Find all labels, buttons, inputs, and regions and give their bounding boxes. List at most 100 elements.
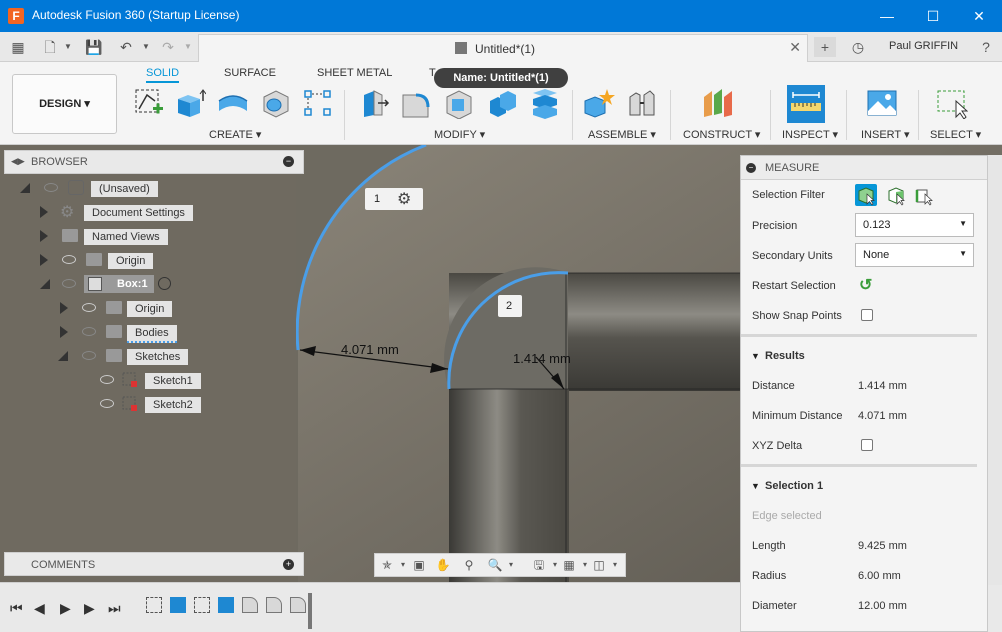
split-body-icon[interactable] — [529, 87, 561, 119]
secondary-units-select[interactable]: None ▼ — [855, 243, 974, 267]
browser-panel-header[interactable]: ◀▶ BROWSER − — [4, 150, 304, 174]
measure-ruler-icon[interactable] — [787, 85, 825, 123]
hole-icon[interactable] — [260, 87, 292, 119]
go-to-start-icon[interactable]: ⏮ — [10, 600, 23, 617]
shell-icon[interactable] — [443, 87, 475, 119]
select-bodies-filter-icon[interactable] — [855, 184, 877, 206]
viewports-icon[interactable]: ◫ — [591, 558, 607, 572]
activate-radio-icon[interactable] — [158, 277, 171, 290]
hidden-eye-icon[interactable] — [62, 255, 76, 264]
timeline-sketch-icon[interactable] — [146, 597, 162, 613]
data-panel-grid-icon[interactable]: ▦ — [8, 37, 28, 57]
combine-icon[interactable] — [486, 87, 518, 119]
maximize-icon[interactable]: ☐ — [910, 0, 956, 32]
construct-group-label[interactable]: CONSTRUCT ▾ — [683, 128, 760, 141]
tree-row-origin[interactable]: Origin — [0, 250, 300, 270]
dialog-scrollbar[interactable] — [988, 155, 1002, 585]
close-window-icon[interactable]: ✕ — [956, 0, 1002, 32]
timeline-fillet-icon[interactable] — [242, 597, 258, 613]
restart-selection-icon[interactable]: ↺ — [859, 275, 872, 295]
show-snap-points-checkbox[interactable] — [861, 309, 873, 321]
close-tab-icon[interactable]: ✕ — [789, 39, 801, 56]
comments-panel-header[interactable]: COMMENTS + — [4, 552, 304, 576]
tab-sheet-metal[interactable]: SHEET METAL — [317, 67, 392, 79]
timeline-fillet-icon[interactable] — [266, 597, 282, 613]
minimize-icon[interactable]: — — [864, 0, 910, 32]
gear-icon[interactable]: ⚙ — [397, 189, 411, 209]
expand-triangle-icon[interactable] — [40, 206, 48, 218]
job-status-clock-icon[interactable]: ◷ — [848, 37, 868, 57]
expand-triangle-icon[interactable] — [20, 183, 30, 193]
viewports-chevron-icon[interactable]: ▾ — [607, 558, 623, 572]
pan-hand-icon[interactable]: ✋ — [435, 558, 451, 572]
tree-row-sketch1[interactable]: Sketch1 — [0, 370, 300, 390]
new-component-icon[interactable] — [583, 87, 615, 119]
measure-header[interactable]: − MEASURE — [741, 156, 987, 180]
look-at-icon[interactable]: ▣ — [411, 558, 427, 572]
document-tab[interactable]: Untitled*(1) ✕ — [198, 34, 808, 62]
revolve-icon[interactable] — [217, 87, 249, 119]
press-pull-icon[interactable] — [358, 87, 390, 119]
grid-icon[interactable]: ▦ — [561, 558, 577, 572]
tree-row-box1[interactable]: Box:1 — [0, 274, 300, 294]
undo-icon[interactable]: ↶ — [116, 37, 136, 57]
redo-icon[interactable]: ↷ — [158, 37, 178, 57]
results-collapse-icon[interactable]: ▼ — [751, 351, 760, 361]
step-forward-icon[interactable]: ▶ — [84, 600, 95, 617]
selection1-collapse-icon[interactable]: ▼ — [751, 481, 760, 491]
file-menu-icon[interactable]: 🗋 — [40, 37, 60, 57]
select-group-label[interactable]: SELECT ▾ — [930, 128, 981, 141]
create-group-label[interactable]: CREATE ▾ — [209, 128, 261, 141]
file-menu-chevron-icon[interactable]: ▼ — [58, 37, 78, 57]
assemble-group-label[interactable]: ASSEMBLE ▾ — [588, 128, 656, 141]
selection-1-badge[interactable]: 1 ⚙ — [365, 188, 423, 210]
tree-row-document-settings[interactable]: ⚙ Document Settings — [0, 202, 300, 222]
timeline-sketch-icon[interactable] — [194, 597, 210, 613]
expand-triangle-icon[interactable] — [58, 351, 68, 361]
insert-image-icon[interactable] — [866, 87, 898, 119]
orbit-chevron-icon[interactable]: ▾ — [395, 558, 411, 572]
tab-surface[interactable]: SURFACE — [224, 67, 276, 79]
save-icon[interactable]: 💾 — [84, 37, 104, 57]
precision-select[interactable]: 0.123 ▼ — [855, 213, 974, 237]
display-settings-icon[interactable]: 🖫 — [531, 558, 547, 572]
extrude-icon[interactable] — [174, 87, 206, 119]
pattern-icon[interactable] — [302, 87, 334, 119]
tree-row-bodies[interactable]: Bodies — [0, 322, 300, 343]
fit-chevron-icon[interactable]: ▾ — [503, 558, 519, 572]
expand-triangle-icon[interactable] — [40, 279, 50, 289]
create-sketch-icon[interactable] — [133, 87, 165, 119]
xyz-delta-checkbox[interactable] — [861, 439, 873, 451]
hidden-eye-icon[interactable] — [82, 303, 96, 312]
hidden-eye-icon[interactable] — [100, 399, 114, 408]
user-name[interactable]: Paul GRIFFIN — [889, 40, 958, 52]
zoom-icon[interactable]: ⚲ — [461, 558, 477, 572]
selection-2-badge[interactable]: 2 — [498, 295, 522, 317]
tree-row-sketches[interactable]: Sketches — [0, 346, 300, 366]
construction-plane-icon[interactable] — [702, 87, 734, 119]
help-icon[interactable]: ? — [976, 37, 996, 57]
new-tab-plus-icon[interactable]: + — [814, 37, 836, 57]
hidden-eye-icon[interactable] — [100, 375, 114, 384]
tab-solid[interactable]: SOLID — [146, 67, 180, 83]
tree-row-sketch2[interactable]: Sketch2 — [0, 394, 300, 414]
orbit-icon[interactable]: ✯ — [379, 558, 395, 572]
modify-group-label[interactable]: MODIFY ▾ — [434, 128, 485, 141]
step-back-icon[interactable]: ◀ — [34, 600, 45, 617]
select-edges-filter-icon[interactable] — [913, 184, 935, 206]
expand-triangle-icon[interactable] — [60, 326, 68, 338]
tree-row-named-views[interactable]: Named Views — [0, 226, 300, 246]
collapse-browser-icon[interactable]: ◀▶ — [11, 156, 25, 167]
visibility-eye-icon[interactable] — [82, 327, 96, 336]
go-to-end-icon[interactable]: ⏭ — [108, 600, 121, 617]
fit-zoom-icon[interactable]: 🔍 — [487, 558, 503, 572]
timeline-marker[interactable] — [308, 593, 312, 629]
visibility-eye-icon[interactable] — [44, 183, 58, 192]
tree-row-origin-child[interactable]: Origin — [0, 298, 300, 318]
undo-chevron-icon[interactable]: ▼ — [136, 37, 156, 57]
expand-triangle-icon[interactable] — [60, 302, 68, 314]
inspect-group-label[interactable]: INSPECT ▾ — [782, 128, 838, 141]
timeline-fillet-icon[interactable] — [290, 597, 306, 613]
tree-row-root[interactable]: (Unsaved) — [0, 178, 300, 198]
add-comment-icon[interactable]: + — [283, 559, 294, 570]
